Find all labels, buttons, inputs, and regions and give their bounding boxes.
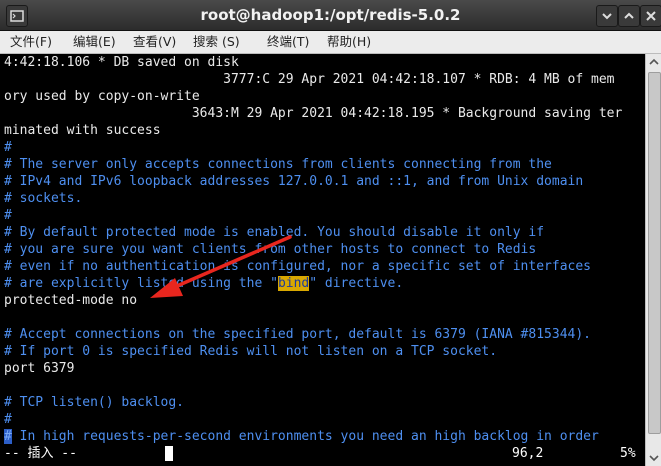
close-button[interactable]	[640, 5, 661, 27]
terminal-line: ory used by copy-on-write	[4, 89, 200, 104]
comment-text: " directive.	[309, 276, 404, 291]
comment-line: # IPv4 and IPv6 loopback addresses 127.0…	[4, 174, 584, 189]
comment-line: # TCP listen() backlog.	[4, 395, 185, 410]
comment-line: # By default protected mode is enabled. …	[4, 225, 545, 240]
comment-line: # In high requests-per-second environmen…	[4, 428, 599, 445]
menu-bar: 文件(F) 编辑(E) 查看(V) 搜索 (S) 终端(T) 帮助(H)	[0, 31, 661, 54]
maximize-icon	[624, 12, 634, 19]
comment-line: # are explicitly listed using the "bind"…	[4, 275, 403, 292]
search-highlight: bind	[277, 276, 310, 291]
comment-text: # are explicitly listed using the "	[4, 276, 278, 291]
menu-search[interactable]: 搜索 (S)	[193, 31, 240, 53]
scrollbar-thumb[interactable]	[648, 72, 661, 434]
vim-mode-indicator: -- 插入 --	[4, 446, 77, 461]
window-title: root@hadoop1:/opt/redis-5.0.2	[200, 6, 461, 24]
comment-line: #	[4, 140, 12, 155]
menu-terminal[interactable]: 终端(T)	[267, 31, 309, 53]
port-line: port 6379	[4, 361, 75, 376]
comment-line: #	[4, 412, 12, 427]
comment-line: # Accept connections on the specified po…	[4, 327, 591, 342]
comment-line: # If port 0 is specified Redis will not …	[4, 344, 498, 359]
terminal-content[interactable]: 4:42:18.106 * DB saved on disk 3777:C 29…	[0, 54, 645, 466]
close-icon	[646, 11, 656, 21]
minimize-button[interactable]	[596, 5, 618, 27]
terminal-line: 4:42:18.106 * DB saved on disk	[4, 55, 239, 70]
menu-view[interactable]: 查看(V)	[133, 31, 176, 53]
scroll-down-arrow-icon[interactable]	[646, 450, 661, 466]
scroll-up-arrow-icon[interactable]	[646, 54, 661, 70]
cursor-position: 96,2	[512, 446, 544, 461]
text-cursor: #	[4, 429, 12, 444]
comment-line: # sockets.	[4, 191, 83, 206]
protected-mode-line: protected-mode no	[4, 293, 138, 308]
comment-line: #	[4, 208, 12, 223]
terminal-line: minated with success	[4, 123, 161, 138]
terminal-line: 3643:M 29 Apr 2021 04:42:18.195 * Backgr…	[4, 106, 623, 121]
scroll-percent: 5%	[620, 446, 636, 461]
comment-line: # The server only accepts connections fr…	[4, 157, 552, 172]
menu-edit[interactable]: 编辑(E)	[73, 31, 116, 53]
terminal-window: root@hadoop1:/opt/redis-5.0.2 文件(F) 编辑(E…	[0, 0, 661, 466]
menu-file[interactable]: 文件(F)	[10, 31, 52, 53]
title-bar: root@hadoop1:/opt/redis-5.0.2	[0, 0, 661, 31]
comment-line: # you are sure you want clients from oth…	[4, 242, 537, 257]
comment-text: In high requests-per-second environments…	[11, 429, 599, 444]
vertical-scrollbar[interactable]	[645, 54, 661, 466]
maximize-button[interactable]	[618, 5, 640, 27]
comment-line: # even if no authentication is configure…	[4, 259, 591, 274]
minimize-icon	[602, 13, 612, 20]
menu-help[interactable]: 帮助(H)	[327, 31, 371, 53]
terminal-line: 3777:C 29 Apr 2021 04:42:18.107 * RDB: 4…	[4, 72, 615, 87]
status-cursor	[165, 446, 173, 461]
